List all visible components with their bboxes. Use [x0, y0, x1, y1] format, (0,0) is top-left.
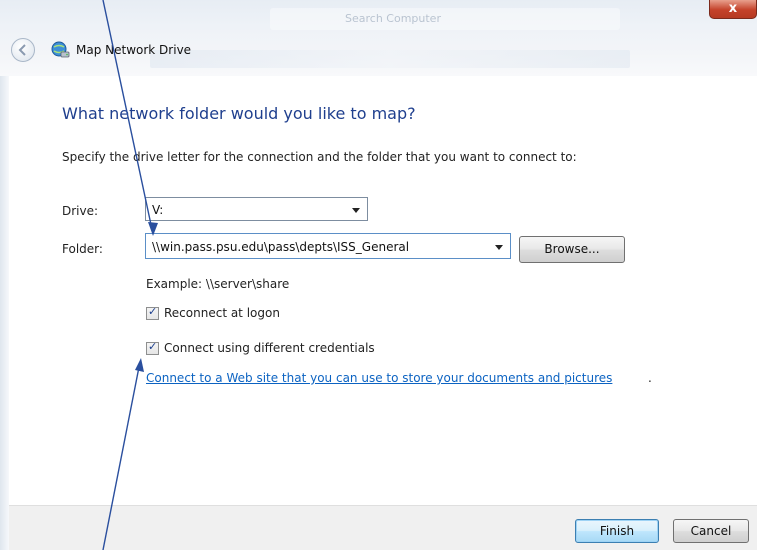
credentials-label[interactable]: Connect using different credentials: [164, 341, 375, 355]
background-toolbar: [150, 50, 630, 68]
back-arrow-icon: [18, 44, 26, 56]
chevron-down-icon: [352, 208, 360, 213]
reconnect-checkbox-row[interactable]: ✓ Reconnect at logon: [146, 304, 280, 320]
folder-label: Folder:: [62, 242, 103, 256]
credentials-checkbox[interactable]: ✓: [146, 339, 159, 355]
folder-combobox[interactable]: \\win.pass.psu.edu\pass\depts\ISS_Genera…: [145, 233, 511, 259]
cancel-button[interactable]: Cancel: [673, 519, 749, 543]
wizard-instructions: Specify the drive letter for the connect…: [62, 150, 577, 164]
link-period: .: [648, 371, 652, 385]
window-left-border: [0, 0, 9, 550]
drive-label: Drive:: [62, 204, 99, 218]
background-search-text: Search Computer: [345, 12, 441, 25]
reconnect-label[interactable]: Reconnect at logon: [164, 306, 280, 320]
finish-button[interactable]: Finish: [575, 519, 659, 543]
browse-button[interactable]: Browse...: [519, 236, 625, 263]
checkmark-icon: ✓: [148, 339, 158, 353]
back-button[interactable]: [11, 38, 35, 62]
dialog-footer: Finish Cancel: [9, 505, 757, 550]
close-button[interactable]: x: [709, 0, 757, 19]
window-title: Map Network Drive: [76, 43, 192, 57]
wizard-heading: What network folder would you like to ma…: [62, 104, 416, 123]
annotation-overlay: [102, 0, 158, 550]
reconnect-checkbox[interactable]: ✓: [146, 304, 159, 320]
background-search-box: [270, 8, 620, 30]
title-bar: Search Computer x Map Network Drive: [0, 0, 757, 76]
annotation-arrowhead-credentials: [135, 358, 144, 372]
folder-example: Example: \\server\share: [146, 277, 290, 291]
folder-input[interactable]: \\win.pass.psu.edu\pass\depts\ISS_Genera…: [152, 240, 409, 254]
drive-select[interactable]: V:: [145, 197, 368, 221]
checkmark-icon: ✓: [148, 304, 158, 318]
drive-select-value: V:: [152, 203, 164, 217]
chevron-down-icon[interactable]: [495, 245, 503, 250]
network-drive-icon: [51, 41, 70, 58]
web-site-link[interactable]: Connect to a Web site that you can use t…: [146, 371, 612, 385]
credentials-checkbox-row[interactable]: ✓ Connect using different credentials: [146, 339, 375, 355]
